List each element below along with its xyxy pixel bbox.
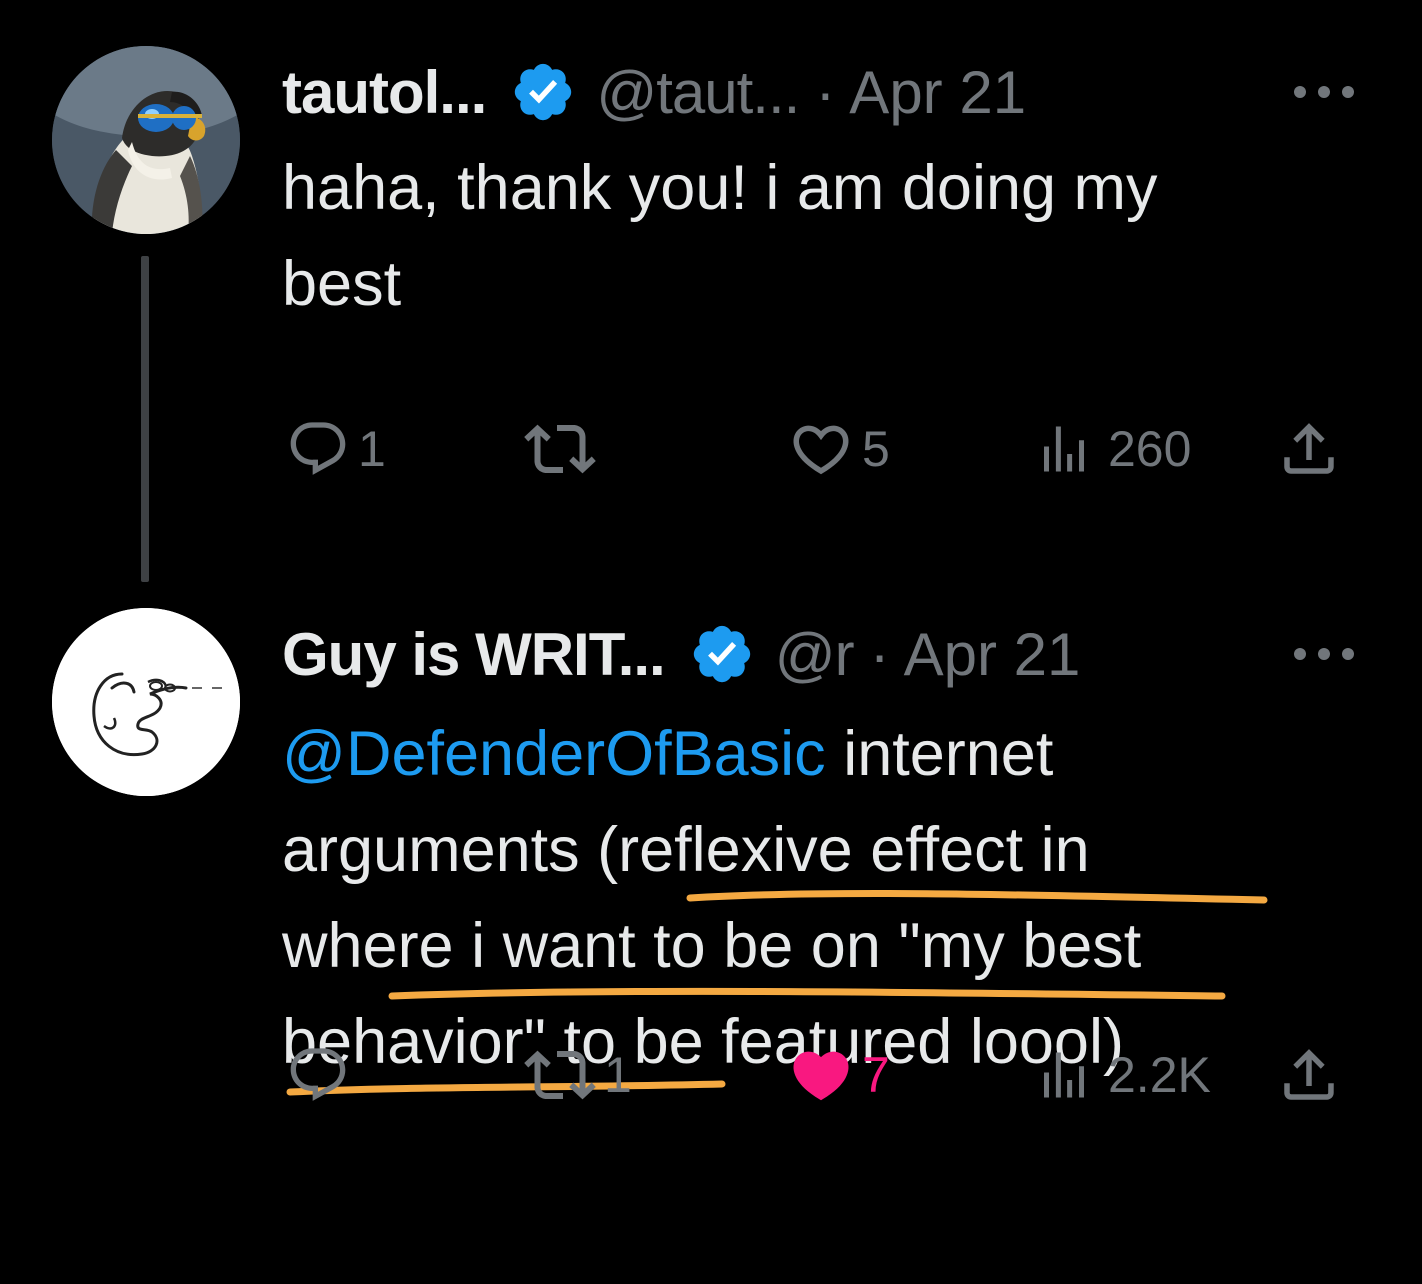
share-button[interactable]: [1276, 1030, 1342, 1120]
repost-button[interactable]: 1: [524, 1030, 632, 1120]
tweet-date[interactable]: Apr 21: [904, 620, 1081, 689]
views-count: 260: [1108, 421, 1192, 477]
verified-badge-icon[interactable]: [510, 59, 576, 125]
reply-button[interactable]: [286, 1030, 358, 1120]
separator-dot: ·: [869, 620, 890, 688]
user-handle[interactable]: @r: [775, 620, 855, 689]
views-icon: [1044, 1052, 1084, 1098]
repost-count: 1: [604, 1047, 632, 1103]
thread-connector-line: [141, 256, 149, 582]
reply-count: 1: [358, 421, 386, 477]
repost-button[interactable]: [524, 404, 604, 494]
verified-badge-icon[interactable]: [689, 621, 755, 687]
tweet-text-line: arguments (reflexive effect in: [282, 815, 1090, 885]
display-name[interactable]: Guy is WRIT...: [282, 620, 666, 689]
tweet-header: tautol... @taut... · Apr 21: [282, 52, 1026, 132]
tweet-text-segment: internet: [825, 719, 1054, 789]
user-handle[interactable]: @taut...: [596, 58, 800, 127]
share-icon: [1284, 1049, 1334, 1100]
like-count: 7: [862, 1047, 890, 1103]
tweet-text-line: best: [282, 249, 402, 319]
tweet-header: Guy is WRIT... @r · Apr 21: [282, 614, 1080, 694]
falcon-avatar-image: [52, 46, 240, 234]
heart-icon: [793, 425, 849, 475]
tweet-text-line: @DefenderOfBasic internet: [282, 706, 1362, 802]
sketch-face-avatar-image: [52, 608, 240, 796]
repost-icon: [524, 1050, 596, 1100]
views-button[interactable]: 2.2K: [1034, 1030, 1211, 1120]
views-icon: [1044, 426, 1084, 472]
reply-icon: [290, 1048, 346, 1101]
more-dots-icon[interactable]: [1294, 82, 1354, 102]
tweet-1[interactable]: tautol... @taut... · Apr 21 haha, thank …: [0, 0, 1422, 590]
more-dots-icon[interactable]: [1294, 644, 1354, 664]
action-bar: 1 5 260: [282, 404, 1362, 494]
separator-dot: ·: [815, 58, 836, 126]
like-count: 5: [862, 421, 890, 477]
display-name[interactable]: tautol...: [282, 58, 487, 127]
views-button[interactable]: 260: [1034, 404, 1191, 494]
reply-icon: [290, 422, 346, 475]
tweet-text-line: where i want to be on "my best: [282, 911, 1142, 981]
heart-filled-icon: [793, 1051, 849, 1101]
like-button[interactable]: 5: [788, 404, 890, 494]
views-count: 2.2K: [1108, 1047, 1211, 1103]
action-bar: 1 7 2.2K: [282, 1030, 1362, 1120]
tweet-text: haha, thank you! i am doing my best: [282, 140, 1362, 332]
tweet-date[interactable]: Apr 21: [849, 58, 1026, 127]
avatar-falcon[interactable]: [52, 46, 240, 234]
avatar-sketch-face[interactable]: [52, 608, 240, 796]
share-icon: [1284, 423, 1334, 474]
tweet-text-line: haha, thank you! i am doing my: [282, 153, 1158, 223]
mention-link[interactable]: @DefenderOfBasic: [282, 719, 826, 789]
tweet-2[interactable]: Guy is WRIT... @r · Apr 21 @DefenderOfBa…: [0, 590, 1422, 1284]
reply-button[interactable]: 1: [286, 404, 386, 494]
like-button[interactable]: 7: [788, 1030, 890, 1120]
repost-icon: [524, 424, 596, 474]
share-button[interactable]: [1276, 404, 1342, 494]
